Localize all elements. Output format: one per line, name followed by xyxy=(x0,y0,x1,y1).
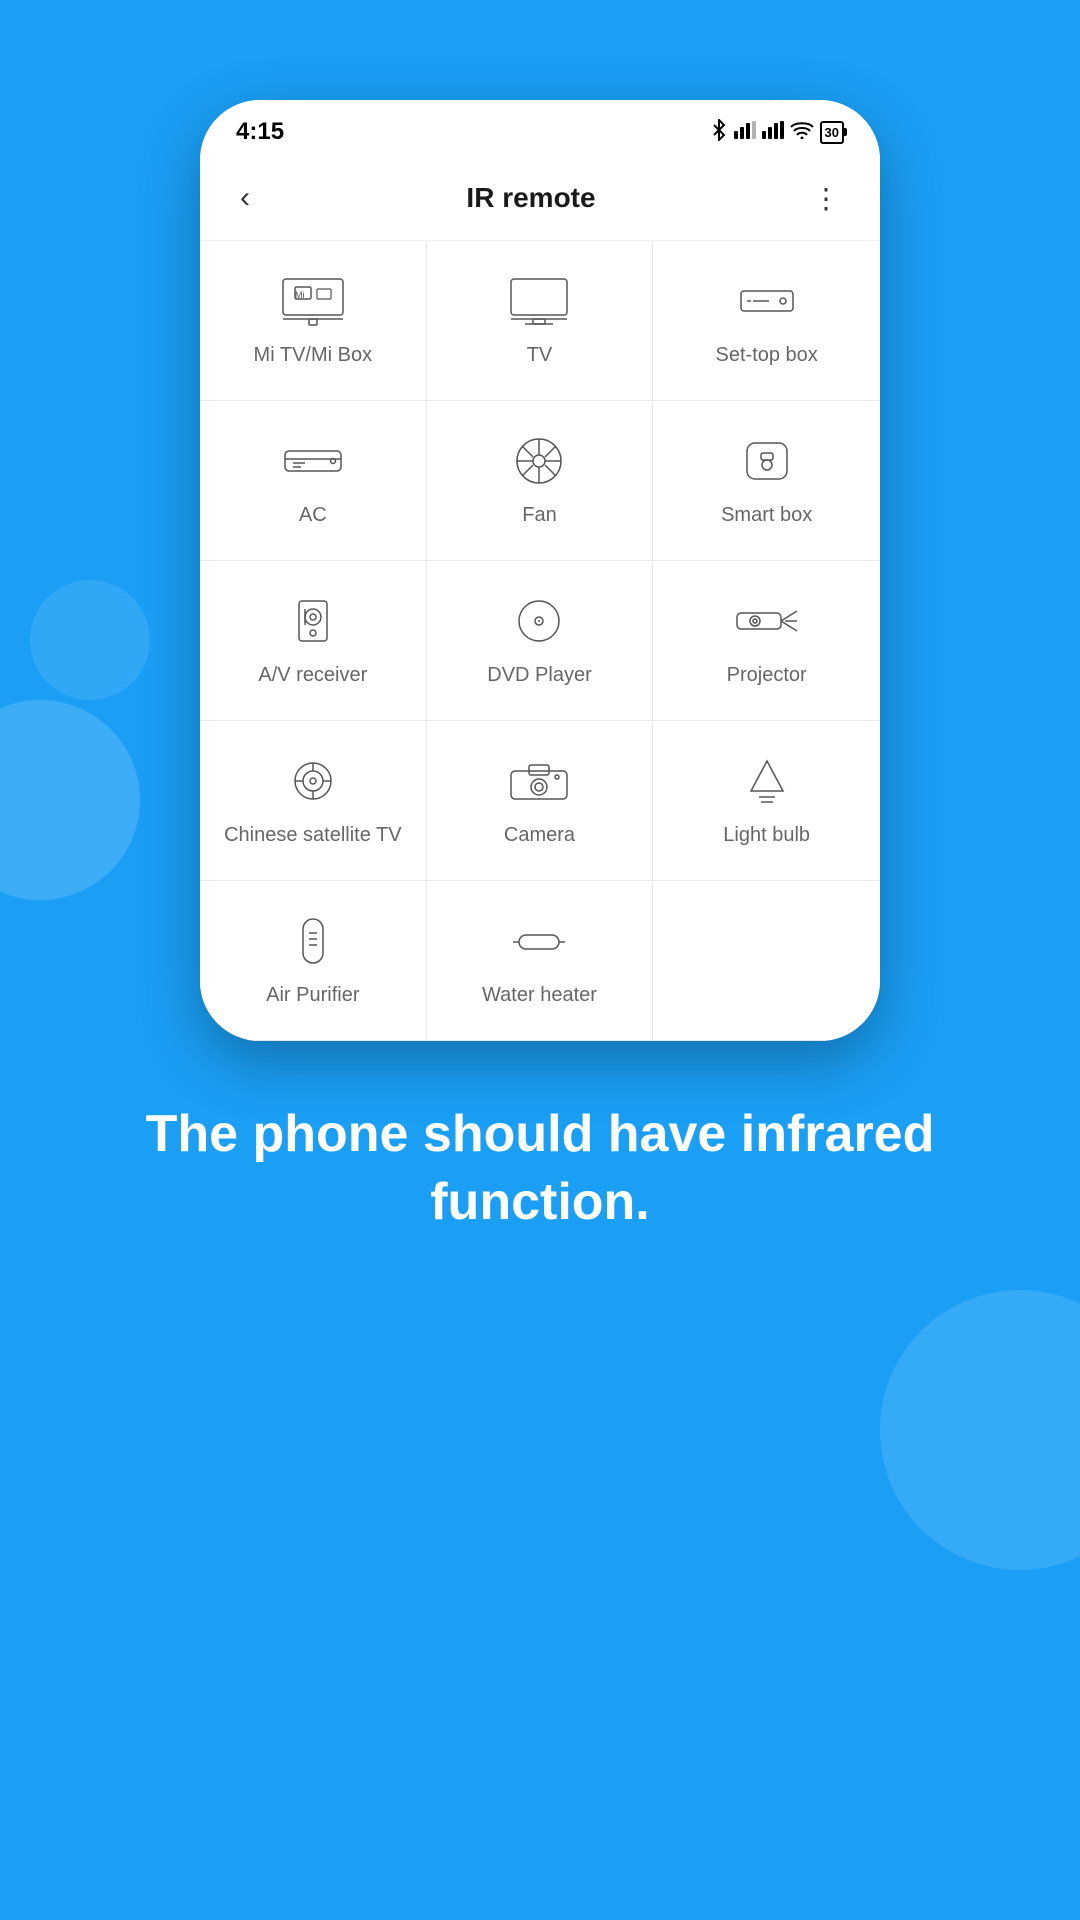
water-heater-label: Water heater xyxy=(482,982,597,1008)
app-header: ‹ IR remote ⋮ xyxy=(200,156,880,241)
air-purifier-label: Air Purifier xyxy=(266,982,359,1008)
ac-icon xyxy=(278,433,348,488)
device-projector[interactable]: Projector xyxy=(653,561,880,721)
ac-label: AC xyxy=(299,502,327,528)
device-smart-box[interactable]: Smart box xyxy=(653,401,880,561)
dvd-player-label: DVD Player xyxy=(487,662,591,688)
projector-label: Projector xyxy=(727,662,807,688)
bottom-text: The phone should have infrared function. xyxy=(0,1101,1080,1236)
back-button[interactable]: ‹ xyxy=(230,176,260,220)
bg-decoration-top xyxy=(30,580,150,700)
device-tv[interactable]: TV xyxy=(427,241,654,401)
mi-tv-label: Mi TV/Mi Box xyxy=(254,342,373,368)
signal-icon-1 xyxy=(734,121,756,144)
bg-decoration-left xyxy=(0,700,140,900)
device-mi-tv[interactable]: Mi Mi TV/Mi Box xyxy=(200,241,427,401)
wifi-icon xyxy=(790,121,814,144)
camera-icon xyxy=(504,753,574,808)
device-camera[interactable]: Camera xyxy=(427,721,654,881)
set-top-box-label: Set-top box xyxy=(716,342,818,368)
battery-icon: 30 xyxy=(820,121,844,144)
device-fan[interactable]: Fan xyxy=(427,401,654,561)
device-av-receiver[interactable]: A/V receiver xyxy=(200,561,427,721)
status-bar: 4:15 xyxy=(200,100,880,156)
device-light-bulb[interactable]: Light bulb xyxy=(653,721,880,881)
device-set-top-box[interactable]: Set-top box xyxy=(653,241,880,401)
device-dvd-player[interactable]: DVD Player xyxy=(427,561,654,721)
status-icons: 30 xyxy=(710,119,844,146)
satellite-icon xyxy=(278,753,348,808)
device-grid: Mi Mi TV/Mi Box TV xyxy=(200,241,880,1041)
more-button[interactable]: ⋮ xyxy=(802,177,850,220)
chinese-satellite-tv-label: Chinese satellite TV xyxy=(224,822,402,848)
mi-tv-icon: Mi xyxy=(278,273,348,328)
signal-icon-2 xyxy=(762,121,784,144)
smart-box-label: Smart box xyxy=(721,502,812,528)
svg-text:Mi: Mi xyxy=(295,290,305,300)
smart-box-icon xyxy=(732,433,802,488)
device-water-heater[interactable]: Water heater xyxy=(427,881,654,1041)
tv-label: TV xyxy=(527,342,553,368)
device-chinese-satellite-tv[interactable]: Chinese satellite TV xyxy=(200,721,427,881)
bluetooth-icon xyxy=(710,119,728,146)
set-top-box-icon xyxy=(732,273,802,328)
fan-label: Fan xyxy=(522,502,556,528)
status-time: 4:15 xyxy=(236,118,284,146)
device-air-purifier[interactable]: Air Purifier xyxy=(200,881,427,1041)
device-ac[interactable]: AC xyxy=(200,401,427,561)
air-purifier-icon xyxy=(278,913,348,968)
phone-frame: 4:15 xyxy=(200,100,880,1041)
light-bulb-label: Light bulb xyxy=(723,822,810,848)
bg-decoration-right xyxy=(880,1290,1080,1570)
light-bulb-icon xyxy=(732,753,802,808)
av-receiver-icon xyxy=(278,593,348,648)
projector-icon xyxy=(732,593,802,648)
av-receiver-label: A/V receiver xyxy=(258,662,367,688)
fan-icon xyxy=(504,433,574,488)
empty-cell xyxy=(653,881,880,1041)
dvd-player-icon xyxy=(504,593,574,648)
tv-icon xyxy=(504,273,574,328)
camera-label: Camera xyxy=(504,822,575,848)
water-heater-icon xyxy=(504,913,574,968)
page-title: IR remote xyxy=(466,182,595,214)
